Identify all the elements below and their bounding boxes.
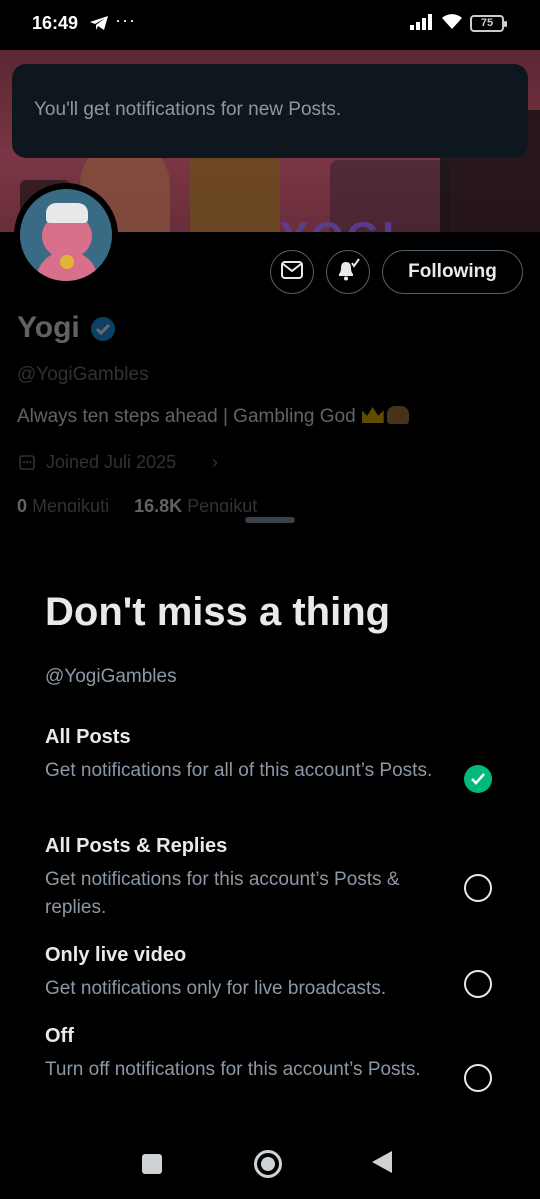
recents-icon[interactable] [142, 1154, 162, 1174]
wifi-icon [440, 13, 464, 36]
signal-icon [410, 14, 434, 35]
avatar-art [60, 255, 74, 269]
sheet-handle-text: @YogiGambles [45, 666, 177, 687]
sheet-drag-handle[interactable] [245, 517, 295, 523]
profile-handle: @YogiGambles [17, 364, 149, 385]
profile-bio: Always ten steps ahead | Gambling God [17, 406, 409, 428]
following-count: 0 [17, 496, 28, 512]
option-title: All Posts & Replies [45, 835, 228, 857]
bell-icon [335, 257, 361, 287]
following-label: Mengikuti [32, 496, 110, 512]
slot-machine-icon [386, 406, 409, 424]
banner-logo-text: YOGI [280, 213, 397, 232]
message-icon [281, 260, 303, 284]
option-title: Off [45, 1025, 74, 1047]
following-button[interactable]: Following [382, 250, 523, 294]
radio-unchecked-icon[interactable] [464, 1064, 492, 1092]
sheet-title: Don't miss a thing [45, 590, 391, 634]
toast-message: You'll get notifications for new Posts. [34, 99, 342, 120]
profile-name: Yogi [17, 311, 80, 344]
crown-icon [361, 407, 384, 423]
followers-count: 16,8K [134, 496, 183, 512]
radio-unchecked-icon[interactable] [464, 970, 492, 998]
radio-checked-icon[interactable] [464, 765, 492, 793]
verified-badge-icon [90, 316, 116, 347]
back-icon[interactable] [372, 1151, 392, 1173]
option-title: Only live video [45, 944, 187, 966]
joined-date: Joined Juli 2025 [46, 452, 177, 472]
option-description: Get notifications for all of this accoun… [45, 760, 433, 781]
notification-toast: You'll get notifications for new Posts. [12, 64, 528, 158]
avatar-image [20, 189, 112, 281]
calendar-icon [19, 454, 35, 475]
radio-unchecked-icon[interactable] [464, 874, 492, 902]
notifications-bell-button[interactable] [326, 250, 370, 294]
status-time: 16:49 [32, 13, 79, 33]
status-bar: 16:49 ··· 75 [0, 0, 540, 50]
message-button[interactable] [270, 250, 314, 294]
option-description: Get notifications for this account’s Pos… [45, 869, 400, 918]
home-icon[interactable] [254, 1150, 282, 1178]
chevron-right-icon: › [212, 452, 218, 472]
more-notifications-icon: ··· [115, 10, 136, 30]
banner-art [190, 150, 280, 232]
option-description: Get notifications only for live broadcas… [45, 978, 387, 999]
profile-bio-text: Always ten steps ahead | Gambling God [17, 406, 356, 427]
battery-icon: 75 [470, 15, 507, 32]
followers-label: Pengikut [187, 496, 258, 512]
telegram-icon [89, 15, 109, 36]
profile-stats[interactable]: 0 Mengikuti 16,8K Pengikut [17, 496, 337, 512]
option-description: Turn off notifications for this account’… [45, 1059, 421, 1080]
option-title: All Posts [45, 726, 131, 748]
avatar[interactable] [14, 183, 118, 287]
avatar-art [46, 203, 88, 223]
